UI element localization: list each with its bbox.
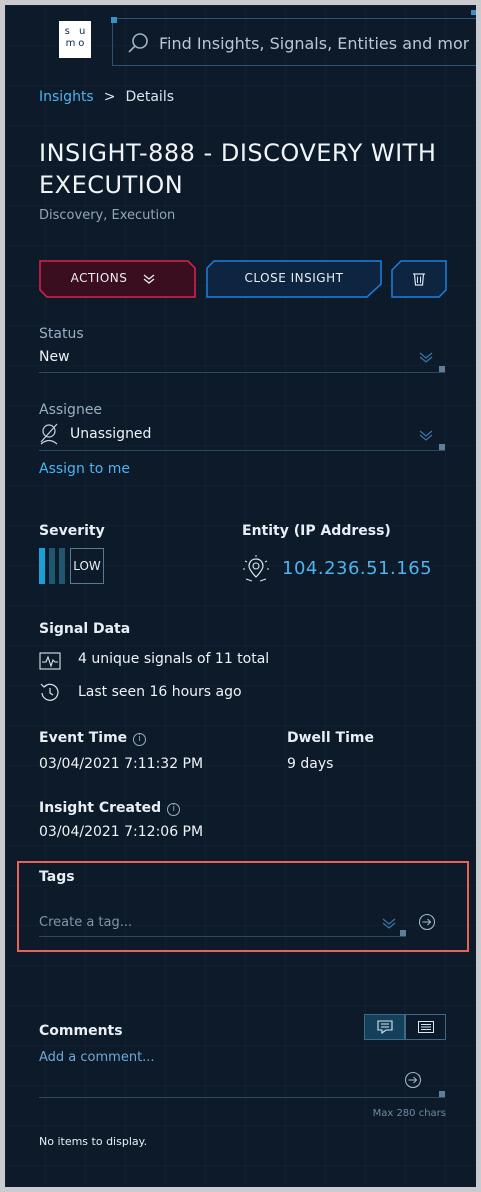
actions-button-label: ACTIONS	[70, 271, 128, 285]
event-time-label-text: Event Time	[39, 730, 128, 746]
search-icon[interactable]	[127, 31, 151, 55]
pulse-icon	[39, 652, 61, 670]
chevron-down-icon	[419, 430, 433, 441]
breadcrumb-insights-link[interactable]: Insights	[39, 89, 94, 105]
insight-created-value: 03/04/2021 7:12:06 PM	[39, 824, 204, 840]
signals-count-text[interactable]: 4 unique signals of 11 total	[78, 651, 269, 667]
severity-meter	[39, 548, 67, 584]
event-time-label: Event Time i	[39, 730, 147, 746]
search-input[interactable]	[159, 29, 469, 57]
assignee-value: Unassigned	[70, 426, 152, 442]
insight-subtitle: Discovery, Execution	[39, 208, 176, 223]
last-seen-text: Last seen 16 hours ago	[78, 684, 242, 700]
max-chars-hint: Max 280 chars	[372, 1108, 446, 1119]
actions-button[interactable]: ACTIONS	[39, 260, 196, 298]
list-icon	[418, 1021, 434, 1033]
breadcrumb-current: Details	[125, 89, 175, 105]
dwell-time-value: 9 days	[287, 756, 334, 772]
tags-label: Tags	[39, 869, 75, 885]
circle-arrow-right-icon[interactable]	[418, 913, 436, 931]
insight-details-panel: s u mo Insights > Details INSIGHT-888 - DI…	[5, 5, 476, 1187]
comment-input[interactable]	[39, 1047, 419, 1067]
sumo-logo[interactable]: s u mo	[59, 21, 91, 58]
close-insight-button[interactable]: CLOSE INSIGHT	[206, 260, 382, 298]
insight-created-label-text: Insight Created	[39, 800, 162, 816]
status-value: New	[39, 349, 70, 365]
logo-line-1: s u	[64, 26, 89, 37]
search-bar	[111, 10, 476, 66]
tags-highlight-box	[17, 861, 469, 952]
status-label: Status	[39, 326, 84, 342]
entity-ip-icon	[243, 555, 269, 582]
info-icon[interactable]: i	[167, 803, 181, 816]
severity-badge: LOW	[70, 548, 104, 584]
info-icon[interactable]: i	[133, 733, 147, 746]
signal-data-label: Signal Data	[39, 621, 131, 637]
close-insight-label: CLOSE INSIGHT	[244, 271, 344, 285]
list-view-button[interactable]	[405, 1014, 446, 1040]
chevron-down-icon[interactable]	[382, 918, 396, 930]
entity-ip-link[interactable]: 104.236.51.165	[282, 558, 432, 579]
page-title: INSIGHT-888 - DISCOVERY WITH EXECUTION	[39, 139, 437, 199]
dwell-time-label: Dwell Time	[287, 730, 374, 746]
severity-label: Severity	[39, 523, 105, 539]
empty-comments-text: No items to display.	[39, 1135, 148, 1148]
history-icon	[40, 683, 59, 701]
tag-input[interactable]	[39, 912, 379, 932]
comment-view-toggle	[364, 1014, 446, 1040]
unassigned-user-icon	[40, 423, 58, 445]
logo-line-2: mo	[65, 38, 88, 49]
entity-label: Entity (IP Address)	[242, 523, 391, 539]
top-bar: s u mo	[5, 5, 476, 70]
breadcrumb-separator: >	[103, 89, 116, 105]
comment-icon	[377, 1020, 393, 1034]
comments-label: Comments	[39, 1023, 123, 1039]
chevron-down-icon	[419, 352, 433, 363]
assign-to-me-link[interactable]: Assign to me	[39, 461, 130, 477]
chevron-double-down-icon	[143, 274, 155, 284]
assignee-label: Assignee	[39, 402, 103, 418]
breadcrumb: Insights > Details	[39, 89, 174, 105]
delete-button[interactable]	[391, 260, 447, 298]
insight-created-label: Insight Created i	[39, 800, 181, 816]
event-time-value: 03/04/2021 7:11:32 PM	[39, 756, 204, 772]
circle-arrow-right-icon[interactable]	[404, 1071, 422, 1089]
comment-view-button[interactable]	[364, 1014, 405, 1040]
trash-icon	[413, 273, 425, 286]
